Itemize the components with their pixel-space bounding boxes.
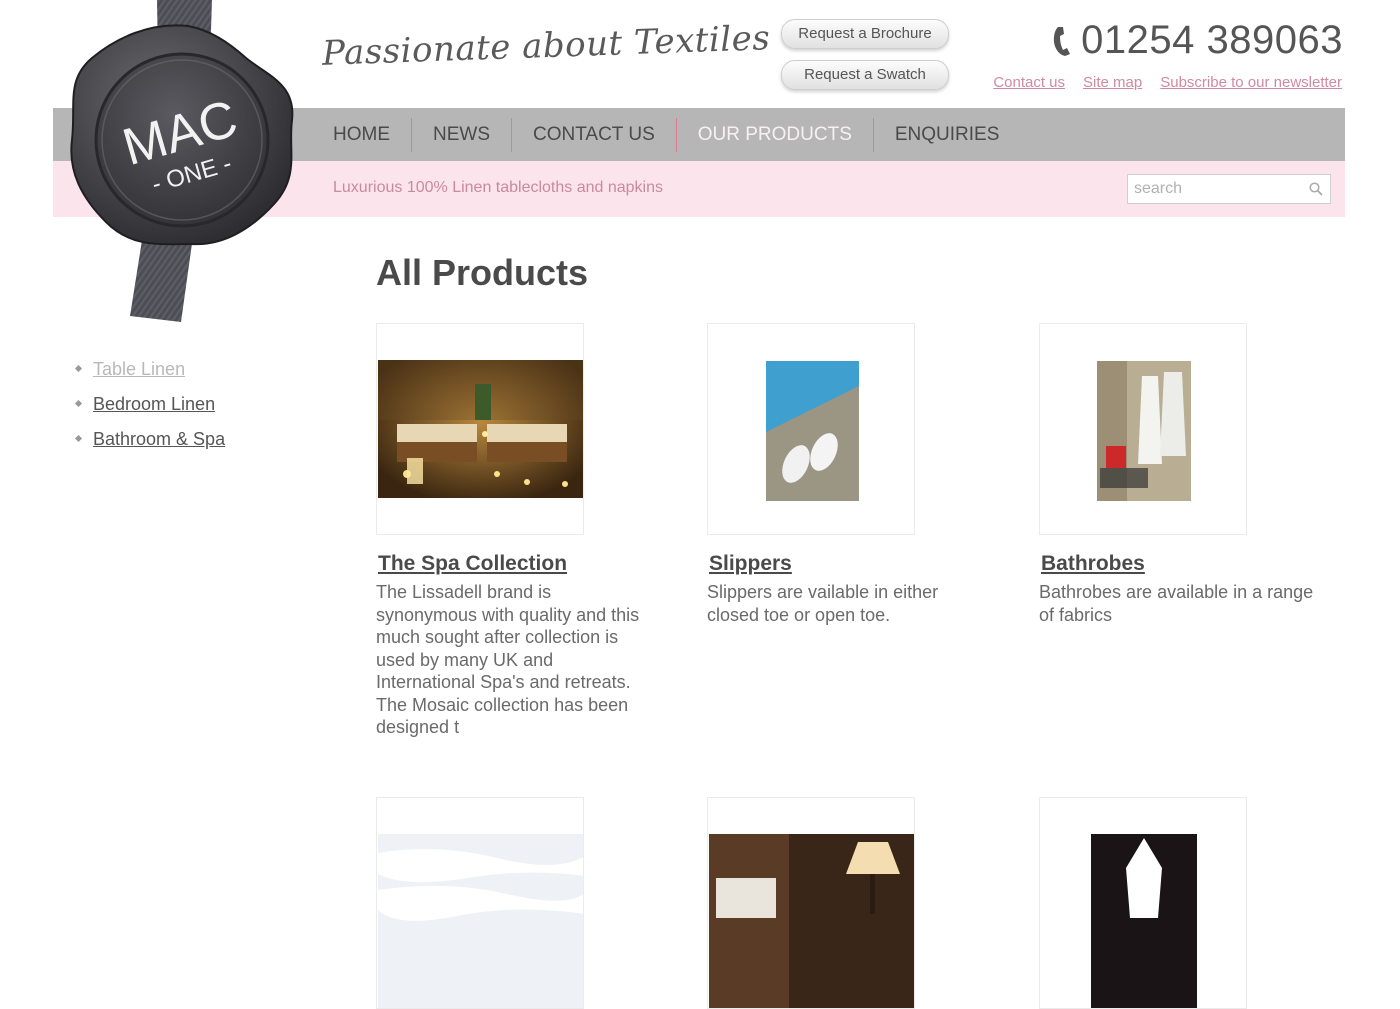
sidebar-link-bedroom-linen[interactable]: Bedroom Linen [93,394,215,414]
product-title-spa-collection[interactable]: The Spa Collection [378,552,567,576]
search-icon[interactable] [1308,181,1324,197]
search-box [1127,174,1331,204]
bullet-icon [74,434,83,443]
product-image-bedroom[interactable] [707,797,915,1009]
product-image-napkins[interactable] [1039,797,1247,1009]
sidebar-link-table-linen[interactable]: Table Linen [93,359,185,379]
site-map-link[interactable]: Site map [1083,74,1142,91]
category-sidebar: Table Linen Bedroom Linen Bathroom & Spa [74,356,225,461]
product-image-bathrobes[interactable] [1039,323,1247,535]
sidebar-item-table-linen: Table Linen [74,356,225,391]
nav-news[interactable]: NEWS [411,117,511,152]
sidebar-link-bathroom-spa[interactable]: Bathroom & Spa [93,429,225,449]
product-description-spa-collection: The Lissadell brand is synonymous with q… [376,582,640,737]
tagline-text: Luxurious 100% Linen tablecloths and nap… [333,179,664,196]
product-title-bathrobes[interactable]: Bathrobes [1041,552,1145,576]
nav-our-products[interactable]: OUR PRODUCTS [675,117,873,152]
search-input[interactable] [1128,175,1316,203]
sidebar-item-bathroom-spa: Bathroom & Spa [74,426,225,461]
phone-icon [1054,26,1071,56]
nav-contact-us[interactable]: CONTACT US [511,117,676,152]
product-image-towels[interactable] [376,797,584,1009]
product-image-slippers[interactable] [707,323,915,535]
site-slogan: Passionate about Textiles [321,18,771,74]
mac-one-logo[interactable]: MAC - ONE - [60,0,320,330]
phone-number: 01254 389063 [1081,18,1343,62]
nav-home[interactable]: HOME [312,118,411,152]
product-image-spa-collection[interactable] [376,323,584,535]
phone-contact: 01254 389063 [1051,18,1343,63]
bullet-icon [74,399,83,408]
page-title: All Products [376,252,589,293]
nav-enquiries[interactable]: ENQUIRIES [872,117,1021,152]
product-description-bathrobes: Bathrobes are available in a range of fa… [1039,582,1314,625]
sidebar-item-bedroom-linen: Bedroom Linen [74,391,225,426]
product-title-slippers[interactable]: Slippers [709,552,792,576]
request-swatch-button[interactable]: Request a Swatch [781,60,949,90]
top-links: Contact us Site map Subscribe to our new… [993,74,1342,91]
newsletter-link[interactable]: Subscribe to our newsletter [1160,74,1342,91]
contact-us-link[interactable]: Contact us [993,74,1065,91]
bullet-icon [74,364,83,373]
main-nav: HOME NEWS CONTACT US OUR PRODUCTS ENQUIR… [312,108,1020,161]
request-brochure-button[interactable]: Request a Brochure [781,19,949,49]
product-description-slippers: Slippers are vailable in either closed t… [707,582,939,625]
